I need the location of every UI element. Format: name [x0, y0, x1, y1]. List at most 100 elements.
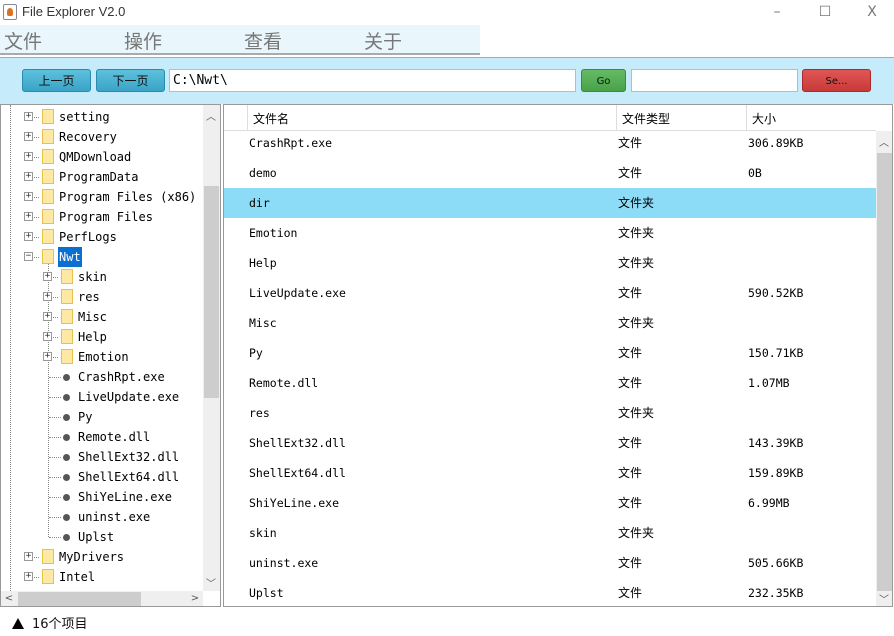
tree-node[interactable]: + MyDrivers	[1, 547, 203, 567]
tree-node[interactable]: + Recovery	[1, 127, 203, 147]
tree-node[interactable]: + Help	[1, 327, 203, 347]
expand-icon[interactable]: +	[24, 112, 33, 121]
table-row[interactable]: Py 文件 150.71KB	[224, 338, 876, 368]
tree-node[interactable]: ShellExt64.dll	[1, 467, 203, 487]
tree-node[interactable]: + PerfLogs	[1, 227, 203, 247]
tree-horizontal-scrollbar[interactable]: < >	[1, 591, 203, 606]
cell-name: ShiYeLine.exe	[249, 496, 340, 510]
tree-node[interactable]: CrashRpt.exe	[1, 367, 203, 387]
search-input[interactable]	[631, 69, 798, 92]
expand-icon[interactable]: +	[24, 552, 33, 561]
tree-node[interactable]: Remote.dll	[1, 427, 203, 447]
collapse-icon[interactable]: −	[24, 252, 33, 261]
scroll-down-arrow[interactable]: ﹀	[203, 575, 219, 590]
table-row[interactable]: CrashRpt.exe 文件 306.89KB	[224, 128, 876, 158]
tree-node[interactable]: + Intel	[1, 567, 203, 587]
tree-guide-line	[49, 397, 61, 398]
tree-node[interactable]: + Program Files (x86)	[1, 187, 203, 207]
minimize-button[interactable]: –	[762, 2, 792, 22]
expand-icon[interactable]: +	[24, 152, 33, 161]
expand-icon[interactable]: +	[24, 572, 33, 581]
menu-file[interactable]: 文件	[4, 27, 42, 54]
table-row[interactable]: demo 文件 0B	[224, 158, 876, 188]
expand-icon[interactable]: +	[43, 332, 52, 341]
expand-icon[interactable]: +	[43, 272, 52, 281]
maximize-button[interactable]: ☐	[810, 2, 840, 22]
menu-operation[interactable]: 操作	[124, 27, 162, 54]
table-vertical-scrollbar[interactable]: ︿ ﹀	[876, 131, 892, 606]
path-input[interactable]: C:\Nwt\	[169, 69, 576, 92]
cell-type: 文件夹	[618, 196, 655, 210]
expand-icon[interactable]: +	[24, 212, 33, 221]
java-app-icon	[3, 4, 17, 20]
scrollbar-thumb[interactable]	[204, 186, 219, 398]
tree-node[interactable]: + Misc	[1, 307, 203, 327]
cell-name: LiveUpdate.exe	[249, 286, 346, 300]
tree-node-label: res	[78, 290, 100, 304]
scroll-down-arrow[interactable]: ﹀	[876, 591, 892, 606]
folder-icon	[42, 109, 54, 124]
tree-node-label: QMDownload	[59, 150, 132, 164]
tree-vertical-scrollbar[interactable]: ︿ ﹀	[203, 105, 220, 591]
table-row[interactable]: ShellExt64.dll 文件 159.89KB	[224, 458, 876, 488]
next-page-button[interactable]: 下一页	[96, 69, 165, 92]
table-row[interactable]: Emotion 文件夹	[224, 218, 876, 248]
tree-node-label: setting	[59, 110, 110, 124]
close-button[interactable]: X	[857, 2, 887, 22]
tree-node[interactable]: + Program Files	[1, 207, 203, 227]
cell-type: 文件	[618, 136, 643, 150]
table-row[interactable]: LiveUpdate.exe 文件 590.52KB	[224, 278, 876, 308]
table-row[interactable]: skin 文件夹	[224, 518, 876, 548]
table-row[interactable]: ShiYeLine.exe 文件 6.99MB	[224, 488, 876, 518]
tree-node[interactable]: + setting	[1, 107, 203, 127]
go-button[interactable]: Go	[581, 69, 626, 92]
tree-node-label: Emotion	[78, 350, 129, 364]
expand-icon[interactable]: +	[24, 192, 33, 201]
table-row[interactable]: ShellExt32.dll 文件 143.39KB	[224, 428, 876, 458]
table-row[interactable]: Remote.dll 文件 1.07MB	[224, 368, 876, 398]
menu-about[interactable]: 关于	[364, 27, 402, 54]
tree-node[interactable]: Py	[1, 407, 203, 427]
tree-guide-line	[49, 497, 61, 498]
prev-page-button[interactable]: 上一页	[22, 69, 91, 92]
tree-node[interactable]: uninst.exe	[1, 507, 203, 527]
tree-node[interactable]: + Emotion	[1, 347, 203, 367]
tree-node[interactable]: + res	[1, 287, 203, 307]
expand-icon[interactable]: +	[24, 172, 33, 181]
cell-name: Emotion	[249, 226, 298, 240]
table-row[interactable]: uninst.exe 文件 505.66KB	[224, 548, 876, 578]
scrollbar-thumb[interactable]	[18, 592, 141, 606]
scroll-up-arrow[interactable]: ︿	[876, 134, 892, 149]
table-row[interactable]: res 文件夹	[224, 398, 876, 428]
expand-icon[interactable]: +	[24, 232, 33, 241]
scrollbar-thumb[interactable]	[877, 153, 892, 591]
expand-icon[interactable]: +	[43, 352, 52, 361]
tree-node[interactable]: ShellExt32.dll	[1, 447, 203, 467]
tree-node[interactable]: LiveUpdate.exe	[1, 387, 203, 407]
table-row[interactable]: Uplst 文件 232.35KB	[224, 578, 876, 606]
tree-node[interactable]: + skin	[1, 267, 203, 287]
cell-name: uninst.exe	[249, 556, 319, 570]
scroll-left-arrow[interactable]: <	[1, 593, 17, 604]
table-row[interactable]: Misc 文件夹	[224, 308, 876, 338]
tree-node[interactable]: + QMDownload	[1, 147, 203, 167]
cell-type: 文件夹	[618, 406, 655, 420]
search-button[interactable]: Se...	[802, 69, 871, 92]
menu-view[interactable]: 查看	[244, 27, 282, 54]
table-row[interactable]: dir 文件夹	[224, 188, 876, 218]
table-row[interactable]: Help 文件夹	[224, 248, 876, 278]
folder-icon	[61, 289, 73, 304]
tree-node[interactable]: + ProgramData	[1, 167, 203, 187]
expand-icon[interactable]: +	[24, 132, 33, 141]
folder-icon	[42, 169, 54, 184]
tree-node[interactable]: Uplst	[1, 527, 203, 547]
tree-node-label: ShellExt64.dll	[78, 470, 180, 484]
scroll-right-arrow[interactable]: >	[187, 593, 203, 604]
tree-node[interactable]: ShiYeLine.exe	[1, 487, 203, 507]
scroll-up-arrow[interactable]: ︿	[203, 108, 219, 123]
tree-guide-line	[49, 377, 61, 378]
expand-icon[interactable]: +	[43, 292, 52, 301]
tree-node-label: Program Files (x86)	[59, 190, 197, 204]
tree-node[interactable]: − Nwt	[1, 247, 203, 267]
expand-icon[interactable]: +	[43, 312, 52, 321]
